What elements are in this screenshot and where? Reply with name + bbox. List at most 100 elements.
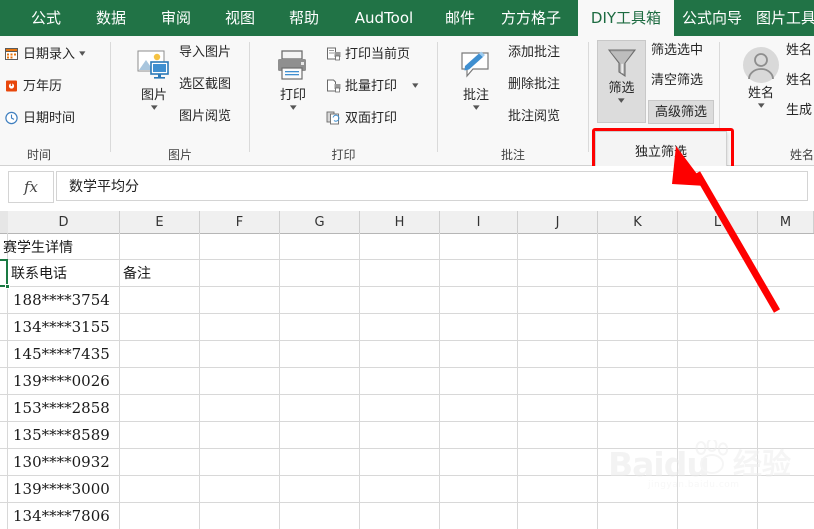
cell-D3[interactable]: 188****3754	[8, 287, 119, 313]
column-header-J[interactable]: J	[518, 211, 598, 233]
column-header-K[interactable]: K	[598, 211, 678, 233]
column-label: D	[58, 214, 69, 230]
tab-review[interactable]: 审阅	[150, 0, 202, 36]
chevron-down-icon[interactable]: ▾	[79, 49, 85, 59]
tab-label: 公式向导	[681, 8, 742, 27]
big-button-comment[interactable]: 批注 ▾	[450, 48, 502, 113]
command-name-2[interactable]: 姓名	[786, 74, 812, 87]
gridline-h	[0, 421, 814, 422]
column-header-G[interactable]: G	[280, 211, 360, 233]
tab-data[interactable]: 数据	[85, 0, 137, 36]
cell-D6[interactable]: 139****0026	[8, 368, 119, 394]
command-filter-selected[interactable]: 筛选选中	[651, 44, 703, 57]
command-add-comment[interactable]: 添加批注	[508, 46, 560, 59]
tab-picture-tool[interactable]: 图片工具	[752, 0, 814, 36]
command-duplex-print[interactable]: 双面打印	[326, 110, 397, 126]
command-date-time[interactable]: 日期时间	[4, 110, 75, 126]
flyout-item-independent-filter[interactable]: 独立筛选	[595, 131, 727, 169]
fill-handle[interactable]	[5, 284, 10, 289]
tab-fanggezi[interactable]: 方方格子	[492, 0, 570, 36]
chevron-down-icon[interactable]: ▾	[758, 102, 765, 111]
command-name-1[interactable]: 姓名	[786, 44, 812, 57]
command-advanced-filter[interactable]: 高级筛选	[648, 100, 714, 124]
cell-D1[interactable]: 赛学生详情	[0, 234, 119, 259]
cell-D4[interactable]: 134****3155	[8, 314, 119, 340]
cell-D8[interactable]: 135****8589	[8, 422, 119, 448]
cell-E2[interactable]: 备注	[120, 260, 199, 286]
gridline-h	[0, 475, 814, 476]
command-picture-browse[interactable]: 图片阅览	[179, 110, 231, 123]
column-header-D[interactable]: D	[8, 211, 120, 233]
column-label: M	[779, 214, 792, 230]
big-button-filter[interactable]: 筛选 ▾	[597, 40, 646, 123]
command-label: 高级筛选	[654, 104, 707, 120]
big-button-name[interactable]: 姓名 ▾	[735, 46, 787, 111]
command-name-generate[interactable]: 生成	[786, 104, 812, 117]
tab-diy-toolbox[interactable]: DIY工具箱	[578, 0, 674, 36]
chevron-down-icon[interactable]: ▾	[473, 104, 480, 113]
column-header-I[interactable]: I	[440, 211, 518, 233]
command-label: 打印当前页	[345, 46, 411, 62]
command-label: 导入图片	[179, 45, 232, 60]
cell-value: 联系电话	[11, 266, 67, 282]
tab-label: AudTool	[354, 8, 414, 27]
batch-print-icon	[326, 78, 342, 94]
command-perpetual-calendar[interactable]: 万年历	[4, 78, 62, 94]
tab-audtool[interactable]: AudTool	[340, 0, 428, 36]
chevron-down-icon[interactable]: ▾	[618, 97, 625, 106]
big-button-picture[interactable]: 图片 ▾	[128, 48, 180, 113]
cell-D2[interactable]: 联系电话	[8, 260, 119, 286]
clock-icon	[4, 110, 20, 126]
gridline-h	[0, 502, 814, 503]
spreadsheet-grid: D E F G H I J K L M 赛学生详情 联系电话 备注 188***…	[0, 211, 814, 529]
big-button-print[interactable]: 打印 ▾	[267, 48, 319, 113]
command-print-current-page[interactable]: 打印当前页	[326, 46, 410, 62]
command-browse-comment[interactable]: 批注阅览	[508, 110, 560, 123]
cell-value: 139****0026	[13, 372, 110, 390]
group-label-comment: 批注	[500, 148, 525, 162]
ribbon-group-name: 姓名 ▾ 姓名 姓名 生成 姓名	[720, 36, 814, 165]
command-delete-comment[interactable]: 删除批注	[508, 78, 560, 91]
gridline-h	[0, 394, 814, 395]
command-import-picture[interactable]: 导入图片	[179, 46, 231, 59]
excel-window: 公式 数据 审阅 视图 帮助 AudTool 邮件 方方格子 DIY工具箱 公式…	[0, 0, 814, 529]
tab-formula-wizard[interactable]: 公式向导	[678, 0, 746, 36]
gridline-v	[757, 233, 758, 529]
cell-D10[interactable]: 139****3000	[8, 476, 119, 502]
printer-icon	[272, 48, 314, 88]
cell-D7[interactable]: 153****2858	[8, 395, 119, 421]
column-header-E[interactable]: E	[120, 211, 200, 233]
column-header-F[interactable]: F	[200, 211, 280, 233]
command-date-entry[interactable]: 日期录入 ▾	[4, 46, 85, 62]
command-batch-print[interactable]: 批量打印 ▾	[326, 78, 418, 94]
cell-D11[interactable]: 134****7806	[8, 503, 119, 528]
column-label: I	[476, 214, 481, 230]
cell-value: 备注	[123, 266, 151, 282]
fx-label: fx	[23, 178, 38, 196]
cell-D9[interactable]: 130****0932	[8, 449, 119, 475]
tab-formula[interactable]: 公式	[20, 0, 72, 36]
gridline-h	[0, 448, 814, 449]
chevron-down-icon[interactable]: ▾	[290, 104, 297, 113]
insert-function-button[interactable]: fx	[8, 171, 54, 203]
gridline-v	[677, 233, 678, 529]
tab-help[interactable]: 帮助	[278, 0, 330, 36]
column-header-L[interactable]: L	[678, 211, 758, 233]
command-region-capture[interactable]: 选区截图	[179, 78, 231, 91]
command-clear-filter[interactable]: 清空筛选	[651, 74, 703, 87]
cell-value: 130****0932	[13, 453, 110, 471]
tab-view[interactable]: 视图	[214, 0, 266, 36]
command-label: 万年历	[23, 78, 63, 94]
formula-input[interactable]: 数学平均分	[56, 171, 808, 201]
column-header-M[interactable]: M	[758, 211, 814, 233]
column-header-H[interactable]: H	[360, 211, 440, 233]
tab-mail[interactable]: 邮件	[434, 0, 486, 36]
command-label: 姓名	[786, 43, 813, 58]
command-label: 清空筛选	[651, 73, 704, 88]
cell-D5[interactable]: 145****7435	[8, 341, 119, 367]
cell-value: 145****7435	[13, 345, 110, 363]
chevron-down-icon[interactable]: ▾	[151, 104, 158, 113]
cell-value: 153****2858	[13, 399, 110, 417]
cell-value: 188****3754	[13, 291, 110, 309]
chevron-down-icon[interactable]: ▾	[412, 81, 418, 91]
